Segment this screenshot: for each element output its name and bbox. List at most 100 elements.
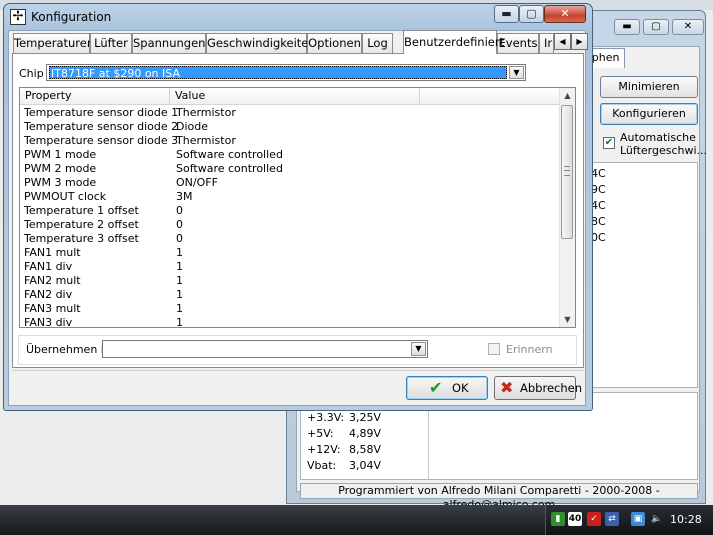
property-name-cell: FAN2 div	[24, 288, 73, 301]
column-header-property[interactable]: Property	[20, 88, 170, 104]
table-row[interactable]: FAN1 div 1	[20, 260, 561, 274]
property-name-cell: Temperature 1 offset	[24, 204, 139, 217]
property-value-cell: Diode	[176, 120, 209, 133]
property-name-cell: PWM 3 mode	[24, 176, 97, 189]
property-name-cell: FAN1 div	[24, 260, 73, 273]
property-value-cell: ON/OFF	[176, 176, 218, 189]
table-row[interactable]: Temperature 2 offset 0	[20, 218, 561, 232]
tab-scroll-left-icon[interactable]: ◀	[554, 33, 571, 50]
temp-reading: 0C	[591, 231, 606, 244]
voltage-value: 3,04V	[349, 459, 382, 472]
table-row[interactable]: Temperature 3 offset 0	[20, 232, 561, 246]
tab-luefter[interactable]: Lüfter	[90, 33, 132, 53]
dialog-minimize-button[interactable]: ▬	[494, 5, 519, 23]
property-value-cell: 3M	[176, 190, 193, 203]
taskbar-clock[interactable]: 10:28	[670, 513, 702, 526]
table-row[interactable]: Temperature sensor diode 3 Thermistor	[20, 134, 561, 148]
configure-button[interactable]: Konfigurieren	[600, 103, 698, 125]
tab-spannungen[interactable]: Spannungen	[132, 33, 206, 53]
cancel-button-label: Abbrechen	[520, 381, 582, 395]
table-row[interactable]: FAN3 div 1	[20, 316, 561, 330]
table-row[interactable]: PWMOUT clock 3M	[20, 190, 561, 204]
remember-label: Erinnern	[506, 343, 553, 356]
property-name-cell: Temperature 3 offset	[24, 232, 139, 245]
voltage-label: Vbat:	[307, 459, 337, 472]
apply-to-label: Übernehmen in	[26, 343, 111, 356]
table-row[interactable]: PWM 2 mode Software controlled	[20, 162, 561, 176]
column-header-value[interactable]: Value	[170, 88, 420, 104]
scroll-down-icon[interactable]: ▼	[560, 312, 575, 327]
property-name-cell: Temperature sensor diode 2	[24, 120, 179, 133]
voltage-label: +5V:	[307, 427, 334, 440]
tab-optionen[interactable]: Optionen	[307, 33, 362, 53]
dialog-close-button[interactable]: ✕	[544, 5, 586, 23]
table-row[interactable]: Temperature sensor diode 2 Diode	[20, 120, 561, 134]
voltage-value: 4,89V	[349, 427, 382, 440]
tray-security-icon[interactable]: ✓	[587, 512, 601, 526]
dialog-title: Konfiguration	[31, 10, 112, 24]
chevron-down-icon[interactable]: ▼	[509, 66, 524, 79]
table-row[interactable]: FAN2 div 1	[20, 288, 561, 302]
chevron-down-icon[interactable]: ▼	[411, 342, 426, 356]
remember-checkbox[interactable]	[488, 343, 500, 355]
chip-selected-value: IT8718F at $290 on ISA	[49, 66, 507, 80]
table-row[interactable]: PWM 3 mode ON/OFF	[20, 176, 561, 190]
background-close-button[interactable]: ✕	[672, 19, 704, 35]
voltage-value: 3,25V	[349, 411, 382, 424]
tray-app-icon[interactable]: ▮	[551, 512, 565, 526]
cancel-button[interactable]: ✖ Abbrechen	[494, 376, 582, 400]
property-name-cell: PWM 1 mode	[24, 148, 97, 161]
temp-reading: 4C	[591, 167, 606, 180]
volume-icon[interactable]: 🔈	[650, 512, 664, 526]
dialog-maximize-button[interactable]: ▢	[519, 5, 544, 23]
scroll-up-icon[interactable]: ▲	[560, 88, 575, 103]
table-row[interactable]: PWM 1 mode Software controlled	[20, 148, 561, 162]
tab-overflow-partial[interactable]: Ir	[539, 33, 554, 53]
property-value-cell: 1	[176, 274, 183, 287]
ok-button[interactable]: ✔ OK	[406, 376, 488, 400]
property-name-cell: Temperature sensor diode 3	[24, 134, 179, 147]
auto-fan-speed-checkbox[interactable]: ✔	[603, 137, 615, 149]
property-name-cell: FAN3 mult	[24, 302, 81, 315]
credits-footer: Programmiert von Alfredo Milani Comparet…	[300, 483, 698, 511]
property-value-cell: Software controlled	[176, 148, 283, 161]
background-maximize-button[interactable]: ▢	[643, 19, 669, 35]
auto-fan-speed-label: Automatische Lüftergeschwi...	[620, 131, 708, 157]
property-name-cell: FAN1 mult	[24, 246, 81, 259]
property-name-cell: FAN3 div	[24, 316, 73, 329]
tab-scroll-buttons: ◀ ▶	[554, 33, 588, 50]
tab-scroll-right-icon[interactable]: ▶	[571, 33, 588, 50]
table-row[interactable]: FAN1 mult 1	[20, 246, 561, 260]
property-name-cell: PWMOUT clock	[24, 190, 107, 203]
voltage-label: +12V:	[307, 443, 341, 456]
table-row[interactable]: FAN3 mult 1	[20, 302, 561, 316]
property-list[interactable]: Property Value Temperature sensor diode …	[19, 87, 576, 330]
tab-temperaturen[interactable]: Temperaturen	[13, 33, 94, 53]
tab-geschwindigkeiten[interactable]: Geschwindigkeiten	[206, 33, 316, 53]
property-value-cell: Thermistor	[176, 134, 236, 147]
tray-display-icon[interactable]: ▣	[631, 512, 645, 526]
vertical-scrollbar[interactable]: ▲ ▼	[559, 88, 575, 327]
minimize-app-button[interactable]: Minimieren	[600, 76, 698, 98]
temperature-readout-panel: 4C 9C 4C 8C 0C	[590, 162, 698, 388]
background-window-caption-buttons: ▬ ▢ ✕	[614, 19, 704, 35]
chip-label: Chip	[19, 67, 44, 80]
chip-select[interactable]: IT8718F at $290 on ISA ▼	[46, 64, 526, 81]
table-row[interactable]: Temperature 1 offset 0	[20, 204, 561, 218]
tab-log[interactable]: Log	[362, 33, 393, 53]
tray-network-icon[interactable]: ⇄	[605, 512, 619, 526]
property-value-cell: 1	[176, 246, 183, 259]
table-row[interactable]: FAN2 mult 1	[20, 274, 561, 288]
table-row[interactable]: Temperature sensor diode 1 Thermistor	[20, 106, 561, 120]
apply-to-select[interactable]: ▼	[102, 340, 428, 358]
scrollbar-thumb[interactable]	[561, 105, 573, 239]
tray-temperature-icon[interactable]: 40	[568, 512, 582, 526]
property-name-cell: FAN2 mult	[24, 274, 81, 287]
property-value-cell: 1	[176, 288, 183, 301]
voltage-value: 8,58V	[349, 443, 382, 456]
property-value-cell: 0	[176, 218, 183, 231]
background-minimize-button[interactable]: ▬	[614, 19, 640, 35]
tab-benutzerdefiniert[interactable]: Benutzerdefiniert	[403, 30, 504, 54]
temp-reading: 9C	[591, 183, 606, 196]
grip-icon	[564, 166, 570, 176]
